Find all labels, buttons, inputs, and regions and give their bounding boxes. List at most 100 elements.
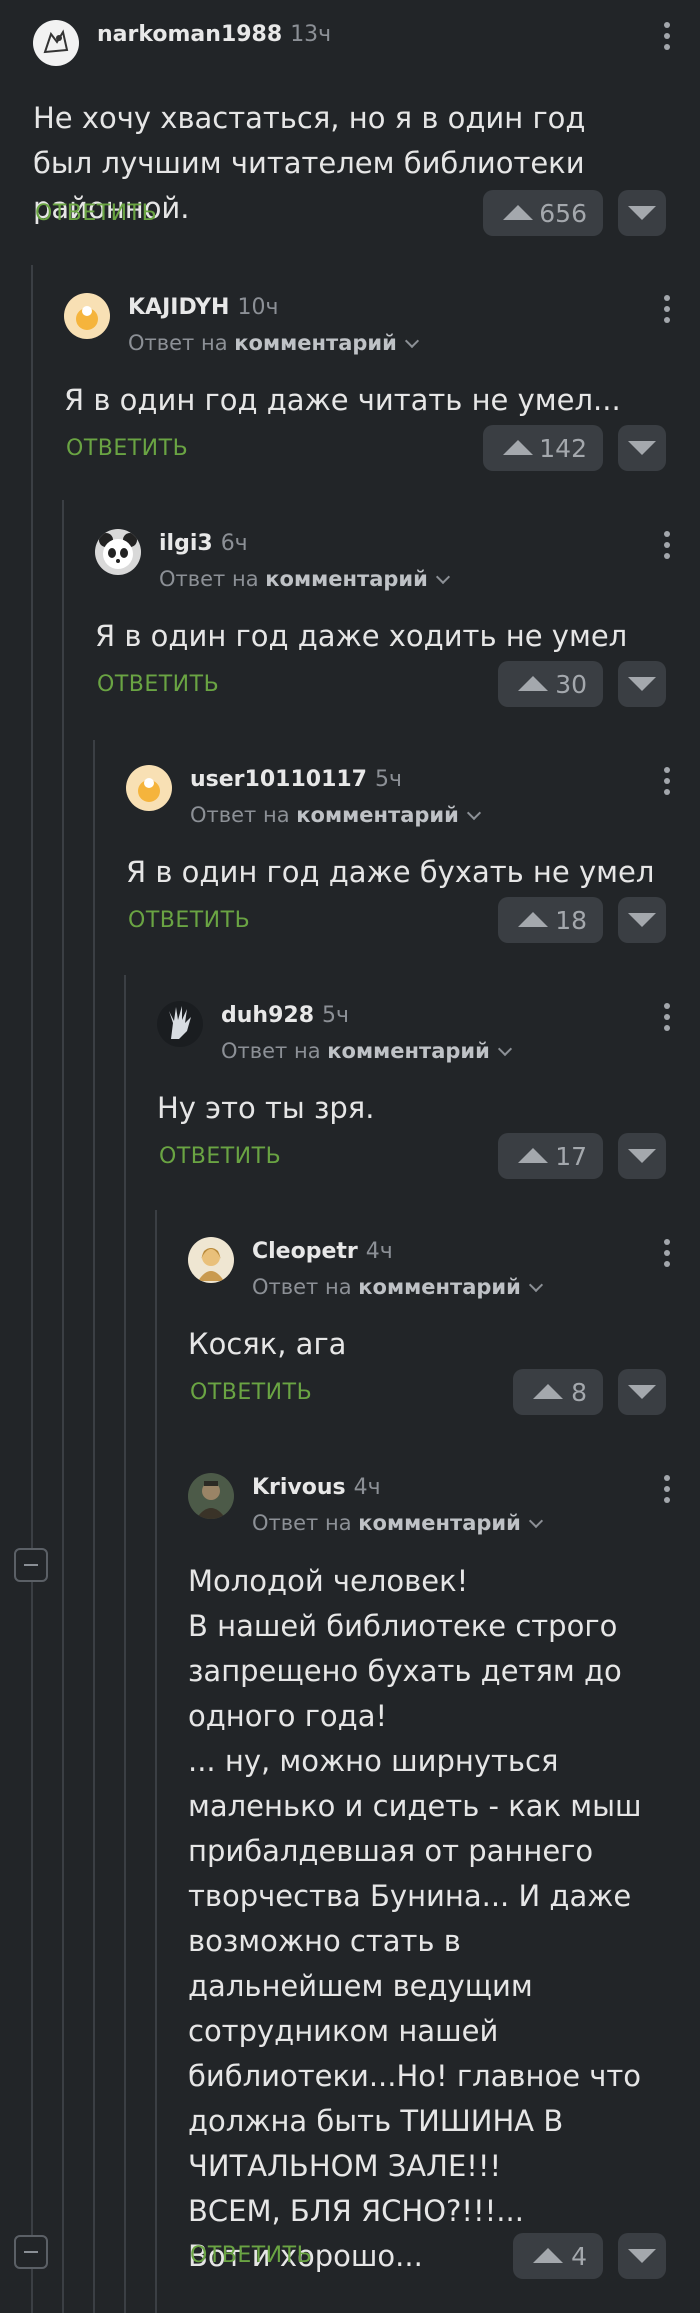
avatar[interactable]	[64, 293, 110, 339]
arrow-down-icon	[628, 206, 656, 220]
upvote-button[interactable]: 656	[483, 190, 603, 236]
rating: 4	[571, 2241, 587, 2271]
chevron-down-icon	[528, 1277, 543, 1293]
avatar[interactable]	[188, 1237, 234, 1283]
username[interactable]: narkoman1988 13ч	[97, 22, 331, 47]
upvote-button[interactable]: 17	[498, 1133, 603, 1179]
comment: user10110117 5ч Ответ на комментарий Я в …	[126, 765, 700, 950]
more-options-icon[interactable]	[664, 531, 670, 563]
arrow-down-icon	[628, 2249, 656, 2263]
chevron-down-icon	[497, 1041, 512, 1057]
thread-line	[93, 740, 95, 2313]
thread-line	[62, 500, 64, 2313]
username[interactable]: Cleopetr 4ч	[252, 1239, 393, 1264]
timestamp: 5ч	[375, 767, 402, 792]
comment-text: Я в один год даже ходить не умел	[95, 619, 628, 653]
more-options-icon[interactable]	[664, 1475, 670, 1507]
arrow-up-icon	[533, 2248, 563, 2263]
avatar[interactable]	[126, 765, 172, 811]
downvote-button[interactable]	[618, 1133, 666, 1179]
comment-text: Я в один год даже читать не умел...	[64, 383, 621, 417]
arrow-up-icon	[518, 1148, 548, 1163]
chevron-down-icon	[528, 1513, 543, 1529]
timestamp: 6ч	[220, 531, 248, 556]
reply-to-link[interactable]: Ответ на комментарий	[252, 1511, 543, 1535]
rating: 8	[571, 1377, 587, 1407]
collapse-thread-button[interactable]	[14, 1548, 48, 1582]
arrow-down-icon	[628, 913, 656, 927]
reply-button[interactable]: ОТВЕТИТЬ	[190, 1380, 312, 1405]
comment: ilgi3 6ч Ответ на комментарий Я в один го…	[95, 529, 700, 714]
avatar[interactable]	[95, 529, 141, 575]
thread-line	[155, 1210, 157, 2313]
comment: narkoman1988 13ч Не хочу хвастаться, но я…	[33, 20, 700, 240]
arrow-down-icon	[628, 441, 656, 455]
comment-text: Ну это ты зря.	[157, 1091, 375, 1125]
comment: Cleopetr 4ч Ответ на комментарий Косяк, а…	[188, 1237, 700, 1422]
username[interactable]: user10110117 5ч	[190, 767, 402, 792]
upvote-button[interactable]: 4	[513, 2233, 603, 2279]
rating: 142	[539, 433, 587, 463]
arrow-down-icon	[628, 677, 656, 691]
chevron-down-icon	[466, 805, 481, 821]
avatar[interactable]	[33, 20, 79, 66]
comment: duh928 5ч Ответ на комментарий Ну это ты …	[157, 1001, 700, 1186]
upvote-button[interactable]: 8	[513, 1369, 603, 1415]
reply-button[interactable]: ОТВЕТИТЬ	[97, 672, 219, 697]
timestamp: 13ч	[290, 22, 332, 47]
timestamp: 10ч	[237, 295, 279, 320]
reply-button[interactable]: ОТВЕТИТЬ	[128, 908, 250, 933]
downvote-button[interactable]	[618, 1369, 666, 1415]
comment: Krivous 4ч Ответ на комментарий Молодой ч…	[188, 1473, 700, 2293]
upvote-button[interactable]: 142	[483, 425, 603, 471]
reply-button[interactable]: ОТВЕТИТЬ	[35, 201, 157, 226]
thread-line	[31, 265, 33, 2313]
comment-text: Я в один год даже бухать не умел	[126, 855, 655, 889]
downvote-button[interactable]	[618, 190, 666, 236]
more-options-icon[interactable]	[664, 1003, 670, 1035]
arrow-up-icon	[503, 440, 533, 455]
reply-to-link[interactable]: Ответ на комментарий	[128, 331, 419, 355]
username[interactable]: Krivous 4ч	[252, 1475, 381, 1500]
downvote-button[interactable]	[618, 897, 666, 943]
arrow-up-icon	[503, 205, 533, 220]
collapse-thread-button[interactable]	[14, 2235, 48, 2269]
username[interactable]: ilgi3 6ч	[159, 531, 248, 556]
rating: 17	[555, 1141, 587, 1171]
rating: 656	[539, 198, 587, 228]
chevron-down-icon	[404, 333, 419, 349]
avatar[interactable]	[157, 1001, 203, 1047]
arrow-up-icon	[518, 912, 548, 927]
more-options-icon[interactable]	[664, 22, 670, 54]
thread-line	[124, 975, 126, 2313]
username[interactable]: KAJIDYH 10ч	[128, 295, 278, 320]
rating: 30	[555, 669, 587, 699]
arrow-down-icon	[628, 1385, 656, 1399]
rating: 18	[555, 905, 587, 935]
timestamp: 5ч	[322, 1003, 349, 1028]
comment-text: Молодой человек! В нашей библиотеке стро…	[188, 1564, 642, 2273]
more-options-icon[interactable]	[664, 767, 670, 799]
comment-text: Косяк, ага	[188, 1327, 347, 1361]
comment: KAJIDYH 10ч Ответ на комментарий Я в один…	[64, 293, 700, 478]
timestamp: 4ч	[353, 1475, 381, 1500]
reply-to-link[interactable]: Ответ на комментарий	[190, 803, 481, 827]
avatar[interactable]	[188, 1473, 234, 1519]
username[interactable]: duh928 5ч	[221, 1003, 349, 1028]
more-options-icon[interactable]	[664, 295, 670, 327]
downvote-button[interactable]	[618, 661, 666, 707]
reply-to-link[interactable]: Ответ на комментарий	[252, 1275, 543, 1299]
reply-button[interactable]: ОТВЕТИТЬ	[190, 2243, 312, 2268]
reply-to-link[interactable]: Ответ на комментарий	[159, 567, 450, 591]
arrow-up-icon	[533, 1384, 563, 1399]
arrow-down-icon	[628, 1149, 656, 1163]
downvote-button[interactable]	[618, 425, 666, 471]
downvote-button[interactable]	[618, 2233, 666, 2279]
more-options-icon[interactable]	[664, 1239, 670, 1271]
reply-button[interactable]: ОТВЕТИТЬ	[66, 436, 188, 461]
upvote-button[interactable]: 30	[498, 661, 603, 707]
upvote-button[interactable]: 18	[498, 897, 603, 943]
arrow-up-icon	[518, 676, 548, 691]
reply-to-link[interactable]: Ответ на комментарий	[221, 1039, 512, 1063]
reply-button[interactable]: ОТВЕТИТЬ	[159, 1144, 281, 1169]
